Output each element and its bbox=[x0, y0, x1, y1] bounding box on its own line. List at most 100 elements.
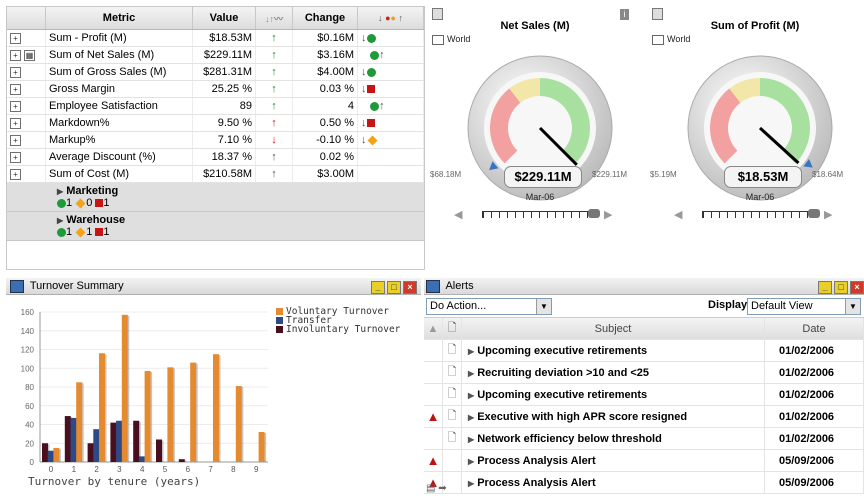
save-icon[interactable] bbox=[652, 8, 663, 20]
maximize-button[interactable]: □ bbox=[387, 280, 401, 294]
minimize-button[interactable]: _ bbox=[818, 280, 832, 294]
alert-subject[interactable]: Executive with high APR score resigned bbox=[477, 411, 687, 423]
document-icon[interactable]: 🗋 bbox=[448, 432, 457, 444]
bar-voluntary-turnover[interactable] bbox=[121, 314, 128, 462]
bar-voluntary-turnover[interactable] bbox=[99, 353, 105, 462]
alert-subject[interactable]: Upcoming executive retirements bbox=[477, 389, 647, 401]
alert-subject[interactable]: Network efficiency below threshold bbox=[477, 433, 662, 445]
minimize-button[interactable]: _ bbox=[371, 280, 385, 294]
close-button[interactable]: × bbox=[850, 280, 864, 294]
doc-column-header[interactable]: 🗋 bbox=[442, 318, 462, 340]
slider-right-arrow-icon[interactable]: ▶ bbox=[604, 208, 612, 221]
alert-subject[interactable]: Process Analysis Alert bbox=[477, 477, 595, 489]
expand-arrow-icon[interactable]: ▶ bbox=[468, 479, 474, 488]
expand-arrow-icon[interactable]: ▶ bbox=[468, 347, 474, 356]
kpi-group[interactable]: ▶ Marketing 1 0 1 bbox=[7, 183, 424, 212]
bar-involuntary-turnover[interactable] bbox=[110, 422, 117, 462]
kpi-group[interactable]: ▶ Warehouse 1 1 1 bbox=[7, 212, 424, 241]
expand-arrow-icon[interactable]: ▶ bbox=[468, 413, 474, 422]
kpi-row[interactable]: + Sum of Cost (M) $210.58M ↑ $3.00M bbox=[7, 165, 424, 183]
alert-row[interactable]: 🗋 ▶ Recruiting deviation >10 and <25 01/02… bbox=[424, 361, 864, 384]
document-icon[interactable]: 🗋 bbox=[448, 366, 457, 378]
bar-involuntary-turnover[interactable] bbox=[178, 459, 185, 462]
close-button[interactable]: × bbox=[403, 280, 417, 294]
value-column-header[interactable]: Value bbox=[192, 7, 256, 30]
chart-icon[interactable]: ▦ bbox=[24, 50, 36, 61]
severity-column-header[interactable]: ▲ bbox=[424, 318, 443, 340]
bar-voluntary-turnover[interactable] bbox=[76, 382, 83, 462]
expand-icon[interactable]: + bbox=[10, 169, 21, 180]
bar-involuntary-turnover[interactable] bbox=[64, 416, 71, 462]
bar-transfer[interactable] bbox=[47, 450, 54, 462]
alert-subject[interactable]: Process Analysis Alert bbox=[477, 455, 595, 467]
alert-subject[interactable]: Recruiting deviation >10 and <25 bbox=[477, 367, 649, 379]
bar-voluntary-turnover[interactable] bbox=[144, 371, 151, 462]
bar-involuntary-turnover[interactable] bbox=[133, 420, 140, 462]
alert-subject[interactable]: Upcoming executive retirements bbox=[477, 345, 647, 357]
bar-involuntary-turnover[interactable] bbox=[87, 443, 94, 462]
kpi-row[interactable]: + Average Discount (%) 18.37 % ↑ 0.02 % bbox=[7, 148, 424, 166]
kpi-row[interactable]: + Sum of Gross Sales (M) $281.31M ↑ $4.00M ↓ bbox=[7, 63, 424, 81]
bar-transfer[interactable] bbox=[70, 417, 77, 462]
bar-voluntary-turnover[interactable] bbox=[235, 386, 242, 462]
period-slider[interactable]: ◀ ▶ bbox=[674, 208, 850, 222]
status-column-header[interactable]: ↓ ●● ↑ bbox=[357, 7, 424, 30]
alerts-footer-icons[interactable]: ▤ ➡ bbox=[426, 483, 447, 494]
alert-row[interactable]: 🗋 ▶ Upcoming executive retirements 01/02/2… bbox=[424, 383, 864, 406]
kpi-row[interactable]: + Sum - Profit (M) $18.53M ↑ $0.16M ↓ bbox=[7, 29, 424, 47]
display-view-select[interactable]: Default View ▼ bbox=[747, 298, 861, 315]
document-icon[interactable]: 🗋 bbox=[448, 344, 457, 356]
bar-voluntary-turnover[interactable] bbox=[213, 354, 219, 462]
do-action-select[interactable]: Do Action... ▼ bbox=[426, 298, 552, 315]
save-icon[interactable] bbox=[432, 8, 443, 20]
kpi-row[interactable]: + Employee Satisfaction 89 ↑ 4 ↑ bbox=[7, 97, 424, 115]
document-icon[interactable]: 🗋 bbox=[448, 410, 457, 422]
bar-voluntary-turnover[interactable] bbox=[190, 362, 197, 462]
slider-handle[interactable] bbox=[588, 209, 600, 218]
alert-row[interactable]: 🗋 ▶ Network efficiency below threshold 01/… bbox=[424, 427, 864, 450]
period-slider[interactable]: ◀ ▶ bbox=[454, 208, 630, 222]
maximize-button[interactable]: □ bbox=[834, 280, 848, 294]
expand-icon[interactable]: + bbox=[10, 50, 21, 61]
bar-involuntary-turnover[interactable] bbox=[42, 443, 48, 462]
expand-icon[interactable]: + bbox=[10, 135, 21, 146]
bar-transfer[interactable] bbox=[93, 429, 100, 462]
alert-row[interactable]: ▲ ▶ Process Analysis Alert 05/09/2006 bbox=[424, 449, 864, 472]
slider-right-arrow-icon[interactable]: ▶ bbox=[824, 208, 832, 221]
date-column-header[interactable]: Date bbox=[764, 318, 864, 340]
bar-transfer[interactable] bbox=[116, 420, 123, 462]
slider-left-arrow-icon[interactable]: ◀ bbox=[454, 208, 462, 221]
alert-row[interactable]: ▲ ▶ Process Analysis Alert 05/09/2006 bbox=[424, 471, 864, 494]
expand-icon[interactable]: + bbox=[10, 33, 21, 44]
trend-column-header[interactable]: ↓↑〰 bbox=[255, 7, 293, 30]
info-icon[interactable]: i bbox=[620, 9, 629, 20]
bar-voluntary-turnover[interactable] bbox=[53, 447, 60, 462]
expand-arrow-icon[interactable]: ▶ bbox=[468, 457, 474, 466]
expand-icon[interactable]: + bbox=[10, 101, 21, 112]
expand-arrow-icon[interactable]: ▶ bbox=[468, 391, 474, 400]
expand-arrow-icon[interactable]: ▶ bbox=[468, 435, 474, 444]
alert-row[interactable]: 🗋 ▶ Upcoming executive retirements 01/02/2… bbox=[424, 339, 864, 362]
slider-track[interactable] bbox=[482, 211, 594, 218]
expand-icon[interactable]: + bbox=[10, 67, 21, 78]
expand-icon[interactable]: + bbox=[10, 118, 21, 129]
metric-column-header[interactable]: Metric bbox=[45, 7, 193, 30]
kpi-row[interactable]: + Gross Margin 25.25 % ↑ 0.03 % ↓ bbox=[7, 80, 424, 98]
bar-transfer[interactable] bbox=[138, 456, 145, 462]
subject-column-header[interactable]: Subject bbox=[461, 318, 765, 340]
slider-handle[interactable] bbox=[808, 209, 820, 218]
document-icon[interactable]: 🗋 bbox=[448, 388, 457, 400]
bar-voluntary-turnover[interactable] bbox=[167, 367, 174, 462]
expand-icon[interactable]: + bbox=[10, 84, 21, 95]
expand-arrow-icon[interactable]: ▶ bbox=[468, 369, 474, 378]
bar-voluntary-turnover[interactable] bbox=[258, 432, 265, 462]
collapse-arrow-icon[interactable]: ▶ bbox=[57, 187, 63, 196]
change-column-header[interactable]: Change bbox=[292, 7, 358, 30]
kpi-row[interactable]: + Markdown% 9.50 % ↑ 0.50 % ↓ bbox=[7, 114, 424, 132]
kpi-row[interactable]: + ▦ Sum of Net Sales (M) $229.11M ↑ $3.16M ↑ bbox=[7, 46, 424, 64]
alert-row[interactable]: ▲ 🗋 ▶ Executive with high APR score resign… bbox=[424, 405, 864, 428]
slider-track[interactable] bbox=[702, 211, 814, 218]
bar-involuntary-turnover[interactable] bbox=[156, 439, 162, 463]
collapse-arrow-icon[interactable]: ▶ bbox=[57, 216, 63, 225]
expand-icon[interactable]: + bbox=[10, 152, 21, 163]
